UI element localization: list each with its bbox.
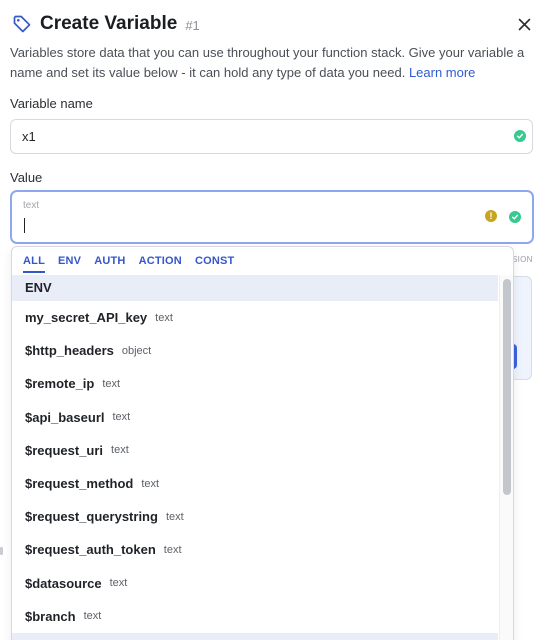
list-item[interactable]: $datasource text xyxy=(12,567,498,600)
background-partial-text: SION xyxy=(512,255,533,264)
valid-check-icon xyxy=(509,211,521,223)
dialog-header: Create Variable #1 xyxy=(12,10,536,38)
value-input[interactable]: text ! xyxy=(10,190,534,244)
edge-marker xyxy=(0,547,3,555)
item-type: text xyxy=(102,377,121,390)
variable-name-label: Variable name xyxy=(10,96,93,111)
list-item[interactable]: $remote_ip text xyxy=(12,367,498,400)
learn-more-link[interactable]: Learn more xyxy=(409,65,475,80)
item-type: text xyxy=(163,543,182,556)
list-item[interactable]: $branch text xyxy=(12,600,498,633)
item-name: my_secret_API_key xyxy=(25,310,148,326)
list-item[interactable] xyxy=(12,632,498,640)
valid-check-icon xyxy=(514,130,526,142)
item-type: object xyxy=(121,344,152,357)
variable-name-value: x1 xyxy=(22,129,36,144)
tab-all[interactable]: ALL xyxy=(23,247,45,275)
section-header-env: ENV xyxy=(12,275,498,301)
list-item[interactable]: my_secret_API_key text xyxy=(12,301,498,334)
value-label: Value xyxy=(10,170,43,185)
page-title: Create Variable xyxy=(40,13,178,34)
dropdown-tabs: ALL ENV AUTH ACTION CONST xyxy=(12,247,513,275)
item-name: $request_auth_token xyxy=(25,542,156,558)
list-item[interactable]: $request_uri text xyxy=(12,434,498,467)
warning-icon: ! xyxy=(485,210,497,222)
item-name: $datasource xyxy=(25,575,102,591)
tab-env[interactable]: ENV xyxy=(58,247,81,275)
variable-number: #1 xyxy=(185,18,200,33)
tab-const[interactable]: CONST xyxy=(195,247,235,275)
item-type: text xyxy=(165,510,184,523)
item-name: $api_baseurl xyxy=(25,409,105,425)
item-type: text xyxy=(112,411,131,424)
list-item[interactable]: $request_querystring text xyxy=(12,500,498,533)
item-name: $request_method xyxy=(25,476,134,492)
value-type-hint: text xyxy=(23,200,40,211)
item-name: $branch xyxy=(25,608,76,624)
text-cursor xyxy=(24,218,25,233)
item-type: text xyxy=(83,610,102,623)
item-name: $http_headers xyxy=(25,343,114,359)
item-name: $request_uri xyxy=(25,442,104,458)
list-item[interactable]: $request_auth_token text xyxy=(12,533,498,566)
item-type: text xyxy=(109,577,128,590)
suggestion-list: my_secret_API_key text $http_headers obj… xyxy=(12,301,498,640)
scrollbar-thumb[interactable] xyxy=(503,279,511,495)
tab-action[interactable]: ACTION xyxy=(139,247,182,275)
tab-auth[interactable]: AUTH xyxy=(94,247,125,275)
variable-name-input[interactable]: x1 xyxy=(10,119,533,154)
item-type: text xyxy=(155,311,173,324)
tag-icon xyxy=(12,14,32,34)
list-item[interactable]: $api_baseurl text xyxy=(12,401,498,434)
item-name: $remote_ip xyxy=(25,376,95,392)
close-icon[interactable] xyxy=(514,14,534,34)
list-item[interactable]: $http_headers object xyxy=(12,334,498,367)
item-type: text xyxy=(141,477,160,490)
dropdown-scrollbar[interactable] xyxy=(499,275,513,640)
item-type: text xyxy=(111,444,129,457)
description: Variables store data that you can use th… xyxy=(10,43,536,83)
item-name: $request_querystring xyxy=(25,509,158,525)
variable-suggestions-dropdown: ALL ENV AUTH ACTION CONST ENV my_secret_… xyxy=(11,246,514,640)
list-item[interactable]: $request_method text xyxy=(12,467,498,500)
